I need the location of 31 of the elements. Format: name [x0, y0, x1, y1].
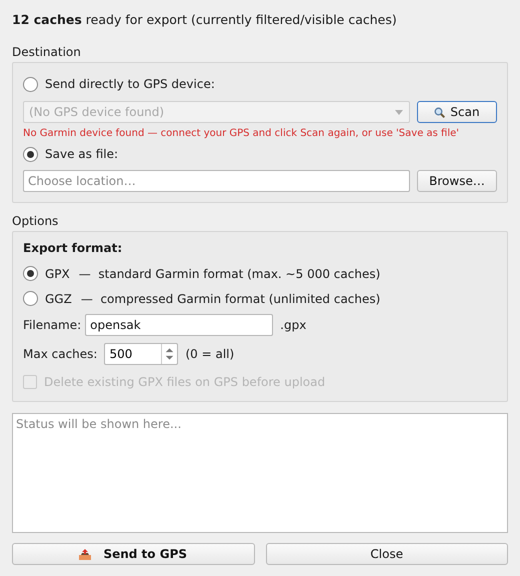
- search-icon: [434, 106, 446, 118]
- format-description: — standard Garmin format (max. ~5 000 caches): [78, 266, 380, 280]
- upload-tray-icon: [79, 548, 92, 560]
- close-button[interactable]: Close: [266, 543, 508, 565]
- radio-button[interactable]: [23, 76, 38, 92]
- status-area[interactable]: Status will be shown here...: [12, 413, 508, 533]
- radio-button[interactable]: [23, 291, 38, 306]
- section-title: Destination: [12, 45, 82, 61]
- dropdown-arrow-icon: [395, 110, 403, 114]
- max-caches-hint: (0 = all): [185, 347, 234, 361]
- filename-field[interactable]: opensak: [85, 314, 274, 336]
- max-caches-field[interactable]: 500: [105, 344, 162, 364]
- format-description: — compressed Garmin format (unlimited caches): [80, 292, 380, 306]
- radio-label: Save as file:: [45, 147, 118, 161]
- export-summary: 12 caches ready for export (currently filtered/visible caches): [12, 12, 398, 29]
- send-button[interactable]: Send to GPS: [12, 543, 254, 565]
- max-caches-label: Max caches:: [23, 347, 98, 361]
- filename-label: Filename:: [23, 318, 82, 332]
- format-code: GPX: [45, 266, 70, 280]
- section-title: Options: [12, 214, 60, 230]
- location-field[interactable]: Choose location…: [23, 170, 410, 192]
- browse-button[interactable]: Browse…: [417, 170, 497, 192]
- error-message: No Garmin device found — connect your GPS and click Scan again, or use 'Save as file': [23, 128, 460, 139]
- radio-label: Send directly to GPS device:: [45, 77, 215, 91]
- extension-label: .gpx: [280, 318, 306, 332]
- format-label: Export format:: [23, 241, 124, 255]
- scan-button[interactable]: Scan: [417, 101, 497, 123]
- max-caches-spinbox[interactable]: 500: [104, 343, 178, 365]
- radio-button[interactable]: [23, 146, 38, 162]
- format-code: GGZ: [45, 292, 72, 306]
- radio-button[interactable]: [23, 266, 38, 281]
